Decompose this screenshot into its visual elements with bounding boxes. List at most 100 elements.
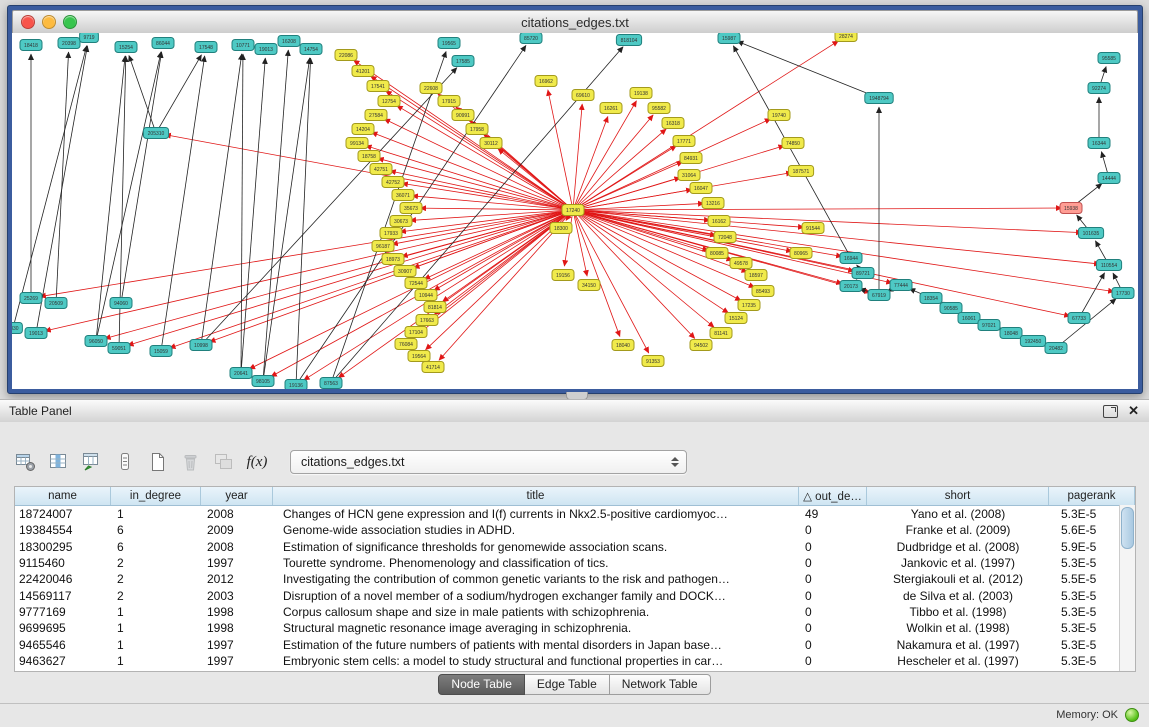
network-node[interactable]: 30112 — [480, 138, 502, 149]
network-node[interactable]: 94502 — [690, 340, 712, 351]
network-node[interactable]: 18048 — [1000, 328, 1022, 339]
network-node[interactable]: 17585 — [452, 56, 474, 67]
column-header-year[interactable]: year — [201, 487, 273, 505]
network-node[interactable]: 41201 — [352, 66, 374, 77]
minimize-window-button[interactable] — [42, 15, 56, 29]
network-node[interactable]: 14204 — [352, 124, 374, 135]
network-node[interactable]: 41714 — [422, 362, 444, 373]
network-node[interactable]: 19156 — [552, 270, 574, 281]
network-node[interactable]: 19740 — [768, 110, 790, 121]
network-node[interactable]: 10998 — [190, 340, 212, 351]
network-edge[interactable] — [121, 52, 162, 303]
network-node[interactable]: 72048 — [714, 232, 736, 243]
network-node[interactable]: 25269 — [20, 293, 42, 304]
network-node[interactable]: 16047 — [690, 183, 712, 194]
network-node[interactable]: 18300 — [550, 223, 572, 234]
window-titlebar[interactable]: citations_edges.txt — [12, 10, 1138, 34]
network-node[interactable]: 16344 — [1088, 138, 1110, 149]
network-edge[interactable] — [129, 55, 156, 133]
network-node[interactable]: 94060 — [110, 298, 132, 309]
network-node[interactable]: 22086 — [335, 50, 357, 61]
network-edge[interactable] — [338, 210, 573, 378]
table-row[interactable]: 1830029562008Estimation of significance … — [15, 539, 1135, 555]
network-node[interactable]: 20641 — [230, 368, 252, 379]
network-edge[interactable] — [161, 56, 205, 351]
table-row[interactable]: 1872400712008Changes of HCN gene express… — [15, 506, 1135, 522]
network-node[interactable]: 16261 — [600, 103, 622, 114]
network-node[interactable]: 17958 — [466, 124, 488, 135]
network-node[interactable]: 30673 — [390, 216, 412, 227]
network-node[interactable]: 92274 — [1088, 83, 1110, 94]
network-node[interactable]: 15987 — [718, 33, 740, 44]
network-node[interactable]: 16061 — [958, 313, 980, 324]
network-node[interactable]: 9719 — [80, 33, 99, 43]
table-source-select[interactable]: citations_edges.txt — [290, 450, 687, 474]
row-options-icon[interactable] — [113, 450, 137, 474]
network-node[interactable]: 98105 — [252, 376, 274, 387]
network-node[interactable]: 87563 — [320, 378, 342, 389]
network-node[interactable]: 30907 — [394, 266, 416, 277]
network-node[interactable]: 16208 — [278, 36, 300, 47]
network-node[interactable]: 16318 — [662, 118, 684, 129]
network-edge[interactable] — [165, 135, 573, 210]
network-edge[interactable] — [241, 54, 243, 373]
network-node[interactable]: 17730 — [1112, 288, 1134, 299]
network-node[interactable]: 86044 — [152, 38, 174, 49]
import-table-icon[interactable] — [80, 450, 104, 474]
network-edge[interactable] — [737, 41, 879, 98]
network-edge[interactable] — [420, 208, 573, 210]
network-edge[interactable] — [201, 54, 242, 345]
network-node[interactable]: 42751 — [370, 164, 392, 175]
network-node[interactable]: 20173 — [840, 281, 862, 292]
zoom-window-button[interactable] — [63, 15, 77, 29]
network-node[interactable]: 59051 — [108, 343, 130, 354]
network-node[interactable]: 19013 — [25, 328, 47, 339]
network-node[interactable]: 90991 — [452, 110, 474, 121]
network-node[interactable]: 8830 — [12, 323, 22, 334]
network-node[interactable]: 18973 — [382, 254, 404, 265]
network-node[interactable]: 89721 — [852, 268, 874, 279]
network-node[interactable]: 28274 — [835, 33, 857, 42]
network-edge[interactable] — [573, 119, 771, 210]
network-node[interactable]: 67919 — [868, 290, 890, 301]
table-row[interactable]: 977716911998Corpus callosum shape and si… — [15, 604, 1135, 620]
close-window-button[interactable] — [21, 15, 35, 29]
network-node[interactable]: 18040 — [612, 340, 634, 351]
column-chooser-icon[interactable] — [47, 450, 71, 474]
network-node[interactable]: 74850 — [782, 138, 804, 149]
table-settings-icon[interactable] — [14, 450, 38, 474]
network-node[interactable]: 19564 — [408, 351, 430, 362]
network-node[interactable]: 205310 — [143, 128, 168, 139]
network-node[interactable]: 101635 — [1078, 228, 1103, 239]
network-canvas[interactable]: 1841820398971915254860441754810771190131… — [12, 33, 1138, 389]
column-header-name[interactable]: name — [15, 487, 111, 505]
network-node[interactable]: 16162 — [708, 216, 730, 227]
network-node[interactable]: 84931 — [680, 153, 702, 164]
network-edge[interactable] — [128, 210, 573, 345]
network-edge[interactable] — [296, 58, 311, 385]
network-node[interactable]: 91353 — [642, 356, 664, 367]
network-node[interactable]: 22608 — [420, 83, 442, 94]
network-node[interactable]: 80965 — [790, 248, 812, 259]
network-node[interactable]: 17104 — [405, 327, 427, 338]
network-node[interactable]: 14444 — [1098, 173, 1120, 184]
network-edge[interactable] — [573, 104, 582, 210]
network-node[interactable]: 10771 — [232, 40, 254, 51]
network-node[interactable]: 20398 — [58, 38, 80, 49]
network-node[interactable]: 19013 — [255, 44, 277, 55]
column-header-pagerank[interactable]: pagerank — [1049, 487, 1135, 505]
network-node[interactable]: 69610 — [572, 90, 594, 101]
network-node[interactable]: 95582 — [648, 103, 670, 114]
network-edge[interactable] — [573, 210, 1100, 264]
network-edge[interactable] — [263, 58, 310, 381]
network-edge[interactable] — [56, 52, 69, 303]
column-header-title[interactable]: title — [273, 487, 799, 505]
tab-node-table[interactable]: Node Table — [438, 674, 525, 695]
merge-tables-icon[interactable] — [212, 450, 236, 474]
column-header-out_degree[interactable]: △ out_de… — [799, 487, 867, 505]
network-node[interactable]: 15059 — [150, 346, 172, 357]
network-node[interactable]: 19565 — [438, 38, 460, 49]
network-node[interactable]: 18418 — [20, 40, 42, 51]
column-header-short[interactable]: short — [867, 487, 1049, 505]
network-node[interactable]: 99134 — [346, 138, 368, 149]
